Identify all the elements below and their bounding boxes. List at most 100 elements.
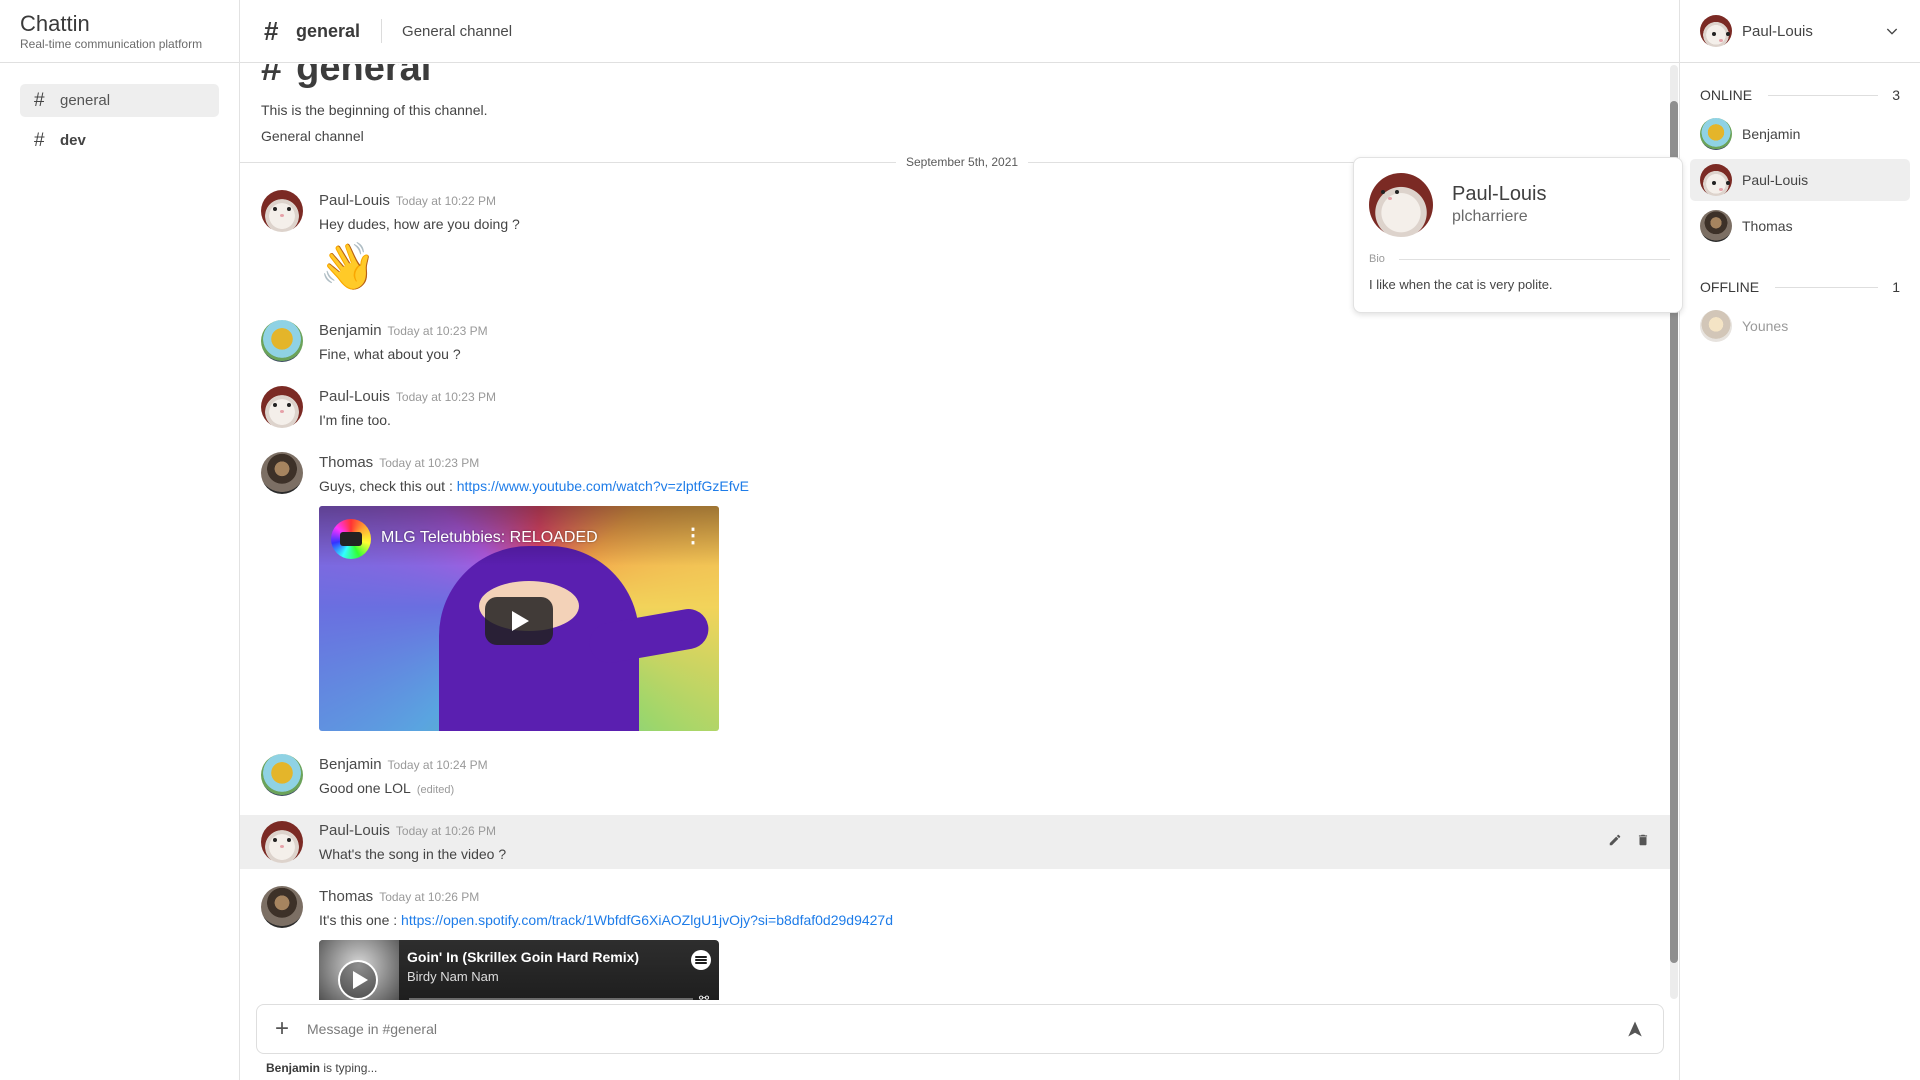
message-input[interactable]	[307, 1021, 1607, 1037]
message-text: What's the song in the video ?	[319, 846, 507, 862]
play-button[interactable]	[338, 960, 378, 1000]
channel-header: # general General channel	[240, 0, 1679, 63]
online-count: 3	[1892, 87, 1900, 103]
spotify-logo-icon[interactable]	[691, 950, 711, 970]
profile-avatar	[1369, 173, 1433, 237]
typing-user: Benjamin	[266, 1061, 321, 1075]
channel-list: # general # dev	[0, 63, 239, 185]
hash-icon: #	[34, 89, 45, 111]
message-text: I'm fine too.	[319, 412, 391, 428]
message: Benjamin Today at 10:23 PM Fine, what abo…	[240, 320, 1670, 372]
user-menu[interactable]: Paul-Louis	[1680, 0, 1920, 63]
send-button[interactable]	[1607, 1020, 1663, 1038]
delete-trash-icon[interactable]	[1636, 833, 1650, 847]
message-author[interactable]: Paul-Louis	[319, 388, 390, 405]
avatar[interactable]	[261, 821, 303, 863]
app-title: Chattin	[20, 11, 90, 36]
channel-title: general	[296, 20, 361, 41]
message: Benjamin Today at 10:24 PM Good one LOL (e…	[240, 754, 1670, 806]
offline-count: 1	[1892, 279, 1900, 295]
message-text: It's this one : https://open.spotify.com…	[319, 912, 893, 928]
share-icon[interactable]: ⚯	[699, 991, 709, 1000]
online-section-header: ONLINE 3	[1680, 83, 1920, 107]
avatar[interactable]	[261, 886, 303, 928]
section-divider	[1775, 286, 1879, 288]
message-text: Good one LOL (edited)	[319, 780, 455, 796]
member-item[interactable]: Benjamin	[1690, 113, 1910, 155]
spotify-embed[interactable]: Goin' In (Skrillex Goin Hard Remix) Bird…	[319, 940, 719, 1000]
online-label: ONLINE	[1700, 87, 1753, 103]
intro-description: General channel	[261, 128, 364, 144]
channel-avatar-icon[interactable]	[331, 519, 371, 559]
channel-description: General channel	[402, 22, 513, 40]
play-button[interactable]	[485, 597, 553, 645]
message-author[interactable]: Thomas	[319, 888, 373, 905]
message-author[interactable]: Paul-Louis	[319, 822, 390, 839]
channel-intro: # general This is the beginning of this c…	[261, 64, 487, 144]
hash-icon: #	[261, 64, 283, 89]
avatar[interactable]	[261, 190, 303, 232]
member-name: Paul-Louis	[1742, 172, 1809, 188]
bio-divider	[1399, 259, 1670, 260]
member-name: Thomas	[1742, 218, 1793, 234]
video-title[interactable]: MLG Teletubbies: RELOADED	[381, 529, 598, 547]
hash-icon: #	[264, 15, 279, 46]
youtube-link[interactable]: https://www.youtube.com/watch?v=zlptfGzE…	[457, 478, 749, 494]
offline-section-header: OFFLINE 1	[1680, 275, 1920, 299]
message-time: Today at 10:22 PM	[395, 194, 496, 208]
chevron-down-icon[interactable]	[1884, 23, 1900, 39]
header-divider	[381, 19, 383, 43]
member-item-selected[interactable]: Paul-Louis	[1690, 159, 1910, 201]
profile-popup: Paul-Louis plcharriere Bio I like when t…	[1353, 157, 1683, 313]
channel-sidebar: Chattin Real-time communication platform…	[0, 0, 240, 1080]
app-subtitle: Real-time communication platform	[20, 37, 203, 51]
more-options-icon[interactable]: ⋮	[683, 526, 703, 546]
message-time: Today at 10:23 PM	[395, 390, 496, 404]
member-name: Benjamin	[1742, 126, 1801, 142]
send-icon	[1628, 1021, 1642, 1037]
message: Paul-Louis Today at 10:23 PM I'm fine too…	[240, 386, 1670, 438]
track-artist[interactable]: Birdy Nam Nam	[407, 969, 499, 984]
profile-name: Paul-Louis	[1452, 183, 1547, 205]
message-time: Today at 10:23 PM	[379, 456, 480, 470]
date-divider: September 5th, 2021	[896, 155, 1029, 169]
channel-item-dev[interactable]: # dev	[20, 124, 219, 157]
edit-pencil-icon[interactable]	[1608, 833, 1622, 847]
add-attachment-button[interactable]: +	[257, 1015, 307, 1043]
progress-bar[interactable]	[409, 998, 693, 1000]
member-item[interactable]: Thomas	[1690, 205, 1910, 247]
avatar[interactable]	[261, 754, 303, 796]
youtube-embed[interactable]: MLG Teletubbies: RELOADED ⋮	[319, 506, 719, 731]
message-time: Today at 10:26 PM	[379, 890, 480, 904]
avatar[interactable]	[261, 386, 303, 428]
avatar	[1700, 310, 1732, 342]
section-divider	[1768, 94, 1879, 96]
channel-name: general	[60, 92, 111, 109]
message-author[interactable]: Benjamin	[319, 322, 382, 339]
message-text: Fine, what about you ?	[319, 346, 461, 362]
avatar[interactable]	[261, 320, 303, 362]
spotify-link[interactable]: https://open.spotify.com/track/1WbfdfG6X…	[401, 912, 893, 928]
message-text: Hey dudes, how are you doing ?	[319, 216, 520, 232]
member-item-offline[interactable]: Younes	[1690, 305, 1910, 347]
track-title[interactable]: Goin' In (Skrillex Goin Hard Remix)	[407, 949, 639, 965]
message-actions	[1608, 833, 1650, 847]
current-user-avatar	[1700, 15, 1732, 47]
message-composer: +	[256, 1004, 1664, 1054]
edited-label: (edited)	[416, 784, 455, 796]
profile-username: plcharriere	[1452, 208, 1528, 225]
profile-bio: I like when the cat is very polite.	[1369, 277, 1553, 292]
intro-text: This is the beginning of this channel.	[261, 102, 488, 118]
typing-indicator: Benjamin is typing...	[266, 1061, 378, 1075]
message-author[interactable]: Paul-Louis	[319, 192, 390, 209]
avatar[interactable]	[261, 452, 303, 494]
avatar	[1700, 210, 1732, 242]
offline-label: OFFLINE	[1700, 279, 1760, 295]
message-author[interactable]: Benjamin	[319, 756, 382, 773]
hash-icon: #	[34, 129, 45, 151]
message-author[interactable]: Thomas	[319, 454, 373, 471]
channel-item-general[interactable]: # general	[20, 84, 219, 117]
members-sidebar: Paul-Louis ONLINE 3 Benjamin Paul-Louis …	[1679, 0, 1920, 1080]
brand: Chattin Real-time communication platform	[0, 0, 239, 63]
message-hovered: Paul-Louis Today at 10:26 PM What's the s…	[240, 815, 1670, 869]
